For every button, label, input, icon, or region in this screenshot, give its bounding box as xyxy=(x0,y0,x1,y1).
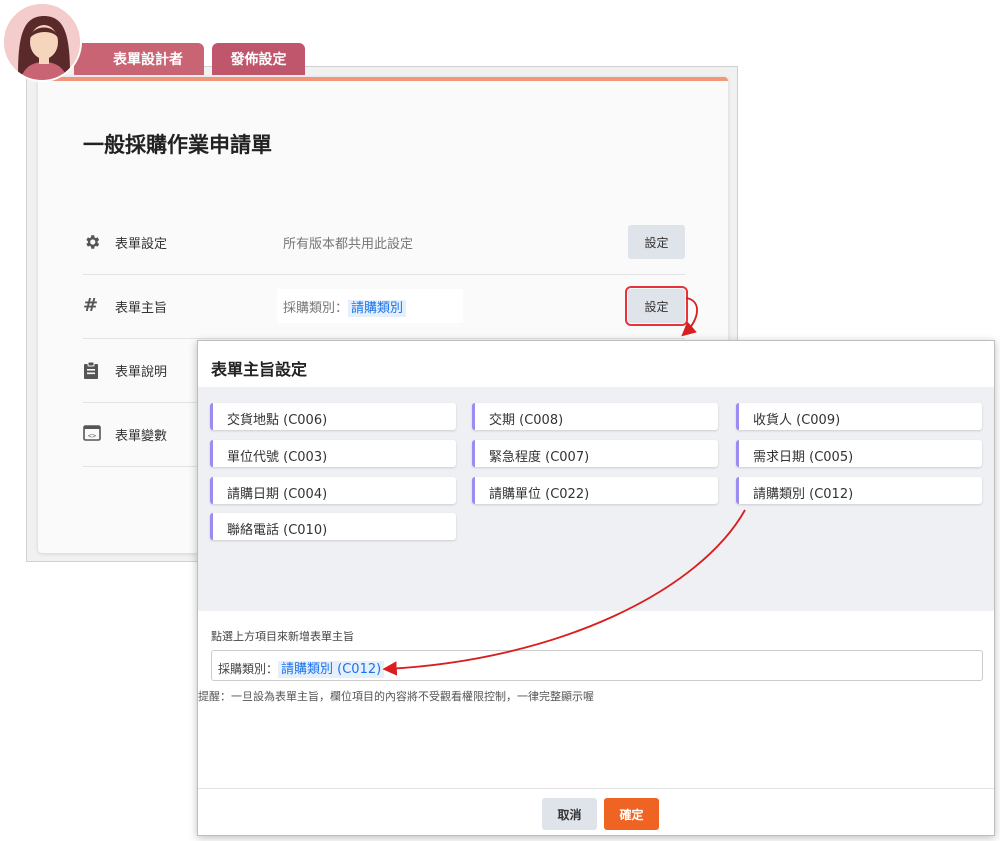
modal-title: 表單主旨設定 xyxy=(211,360,308,379)
row-label: 表單設定 xyxy=(115,237,168,252)
field-option[interactable]: 單位代號 (C003) xyxy=(210,440,456,467)
field-option[interactable]: 需求日期 (C005) xyxy=(736,440,982,467)
subject-preview: 採購類別： 請購類別 xyxy=(277,289,463,323)
code-window-icon: <> xyxy=(83,425,101,443)
cancel-button[interactable]: 取消 xyxy=(542,798,597,830)
hash-icon: # xyxy=(83,295,99,316)
screenshot-stage: 表單設計者 發佈設定 一般採購作業申請單 表單設定 所有版本都共用此設定 設定 … xyxy=(0,0,1000,841)
tab-publish-settings[interactable]: 發佈設定 xyxy=(212,43,305,75)
form-settings-button[interactable]: 設定 xyxy=(628,225,685,259)
field-option[interactable]: 聯絡電話 (C010) xyxy=(210,513,456,540)
field-option[interactable]: 請購類別 (C012) xyxy=(736,477,982,504)
subject-settings-button[interactable]: 設定 xyxy=(625,286,688,326)
field-option[interactable]: 緊急程度 (C007) xyxy=(472,440,718,467)
gear-icon xyxy=(83,233,101,251)
row-description: 所有版本都共用此設定 xyxy=(283,237,414,252)
svg-text:<>: <> xyxy=(88,432,96,440)
row-label: 表單變數 xyxy=(115,429,168,444)
subject-input[interactable]: 採購類別： 請購類別 (C012) xyxy=(211,650,983,681)
subject-settings-modal: 表單主旨設定 交貨地點 (C006) 交期 (C008) 收貨人 (C009) … xyxy=(197,340,995,836)
designer-avatar xyxy=(2,2,82,82)
subject-note: 提醒：一旦設為表單主旨，欄位項目的內容將不受觀看權限控制，一律完整顯示喔 xyxy=(198,690,594,703)
field-option[interactable]: 交期 (C008) xyxy=(472,403,718,430)
confirm-button[interactable]: 確定 xyxy=(604,798,659,830)
subject-chip[interactable]: 請購類別 (C012) xyxy=(278,661,385,678)
row-form-subject: # 表單主旨 採購類別： 請購類別 設定 xyxy=(83,275,688,339)
field-option[interactable]: 收貨人 (C009) xyxy=(736,403,982,430)
row-label: 表單主旨 xyxy=(115,301,168,316)
subject-prefix: 採購類別： xyxy=(218,662,279,676)
field-option[interactable]: 交貨地點 (C006) xyxy=(210,403,456,430)
field-option[interactable]: 請購單位 (C022) xyxy=(472,477,718,504)
subject-prefix: 採購類別： xyxy=(283,301,349,316)
row-form-settings: 表單設定 所有版本都共用此設定 設定 xyxy=(83,211,685,275)
subject-chip: 請購類別 xyxy=(348,300,407,317)
field-option[interactable]: 請購日期 (C004) xyxy=(210,477,456,504)
tab-form-designer[interactable]: 表單設計者 xyxy=(74,43,204,75)
form-title: 一般採購作業申請單 xyxy=(83,133,272,157)
hint-label: 點選上方項目來新增表單主旨 xyxy=(211,630,354,643)
field-options-area: 交貨地點 (C006) 交期 (C008) 收貨人 (C009) 單位代號 (C… xyxy=(198,387,994,611)
clipboard-icon xyxy=(83,361,101,379)
row-label: 表單說明 xyxy=(115,365,168,380)
modal-footer: 取消 確定 xyxy=(198,788,994,836)
